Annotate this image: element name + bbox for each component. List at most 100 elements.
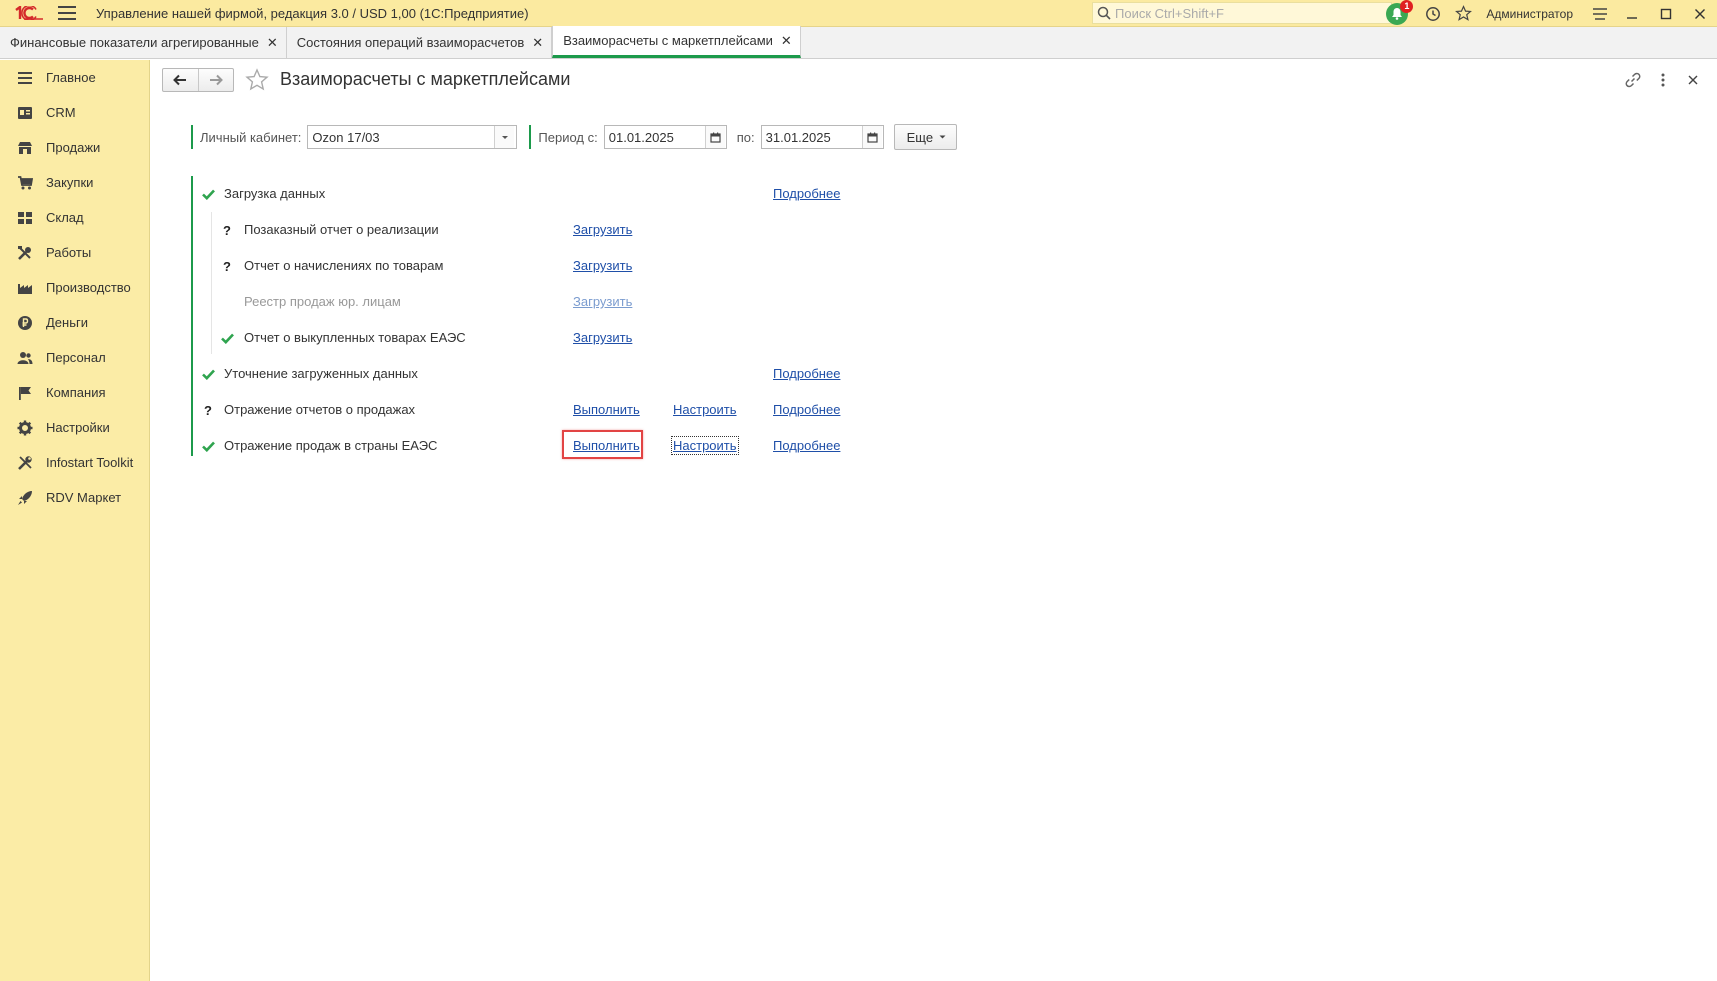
chevron-down-icon xyxy=(501,135,508,139)
back-button[interactable] xyxy=(163,69,198,91)
tools-icon xyxy=(16,244,34,262)
calendar-button[interactable] xyxy=(861,126,882,148)
sidebar-item-main[interactable]: Главное xyxy=(0,60,149,95)
calendar-button[interactable] xyxy=(704,126,725,148)
1c-logo[interactable] xyxy=(12,0,46,27)
rocket-icon xyxy=(16,489,34,507)
account-select[interactable] xyxy=(307,125,518,149)
step-row-accruals-report: ? Отчет о начислениях по товарам Загрузи… xyxy=(191,248,911,284)
more-actions-icon[interactable] xyxy=(1651,70,1675,90)
question-icon: ? xyxy=(223,222,231,238)
arrow-right-icon xyxy=(209,74,223,86)
tab-financial-indicators[interactable]: Финансовые показатели агрегированные ✕ xyxy=(0,27,287,58)
sidebar-item-purchases[interactable]: Закупки xyxy=(0,165,149,200)
close-tab-icon[interactable]: ✕ xyxy=(532,35,543,51)
chevron-down-icon xyxy=(939,135,946,139)
sidebar-item-settings[interactable]: Настройки xyxy=(0,410,149,445)
app-title: Управление нашей фирмой, редакция 3.0 / … xyxy=(96,5,529,21)
ruble-coin-icon xyxy=(16,314,34,332)
1c-logo-icon xyxy=(15,6,43,20)
sidebar-item-label: CRM xyxy=(46,105,76,120)
step-row-order-report: ? Позаказный отчет о реализации Загрузит… xyxy=(191,212,911,248)
setup-link[interactable]: Настроить xyxy=(671,436,739,455)
sidebar-item-staff[interactable]: Персонал xyxy=(0,340,149,375)
group-marker xyxy=(191,125,193,149)
question-icon: ? xyxy=(204,402,212,418)
period-to-input[interactable] xyxy=(761,126,862,148)
tab-settlement-states[interactable]: Состояния операций взаиморасчетов ✕ xyxy=(286,27,553,58)
sidebar-item-sales[interactable]: Продажи xyxy=(0,130,149,165)
tab-label: Финансовые показатели агрегированные xyxy=(10,35,259,50)
more-button[interactable]: Еще xyxy=(893,124,958,150)
period-from-field[interactable] xyxy=(603,125,727,149)
account-label: Личный кабинет: xyxy=(200,129,302,145)
favorites-star-icon[interactable] xyxy=(1448,0,1478,27)
sidebar-item-rdv-market[interactable]: RDV Маркет xyxy=(0,480,149,515)
notification-count-badge: 1 xyxy=(1400,0,1414,13)
sidebar-item-works[interactable]: Работы xyxy=(0,235,149,270)
group-marker xyxy=(529,125,532,149)
details-link[interactable]: Подробнее xyxy=(773,438,840,453)
close-form-icon[interactable] xyxy=(1681,70,1705,90)
load-link[interactable]: Загрузить xyxy=(573,222,632,237)
sections-sidebar: Главное CRM Продажи Закупки Склад Работы… xyxy=(0,60,150,981)
tab-label: Состояния операций взаиморасчетов xyxy=(296,35,525,50)
sidebar-item-infostart-toolkit[interactable]: Infostart Toolkit xyxy=(0,445,149,480)
notifications-button[interactable]: 1 xyxy=(1384,0,1414,26)
sidebar-item-label: Компания xyxy=(46,385,106,400)
close-tab-icon[interactable]: ✕ xyxy=(267,35,278,51)
settings-menu-icon[interactable] xyxy=(1585,0,1615,27)
maximize-icon[interactable] xyxy=(1649,0,1683,27)
period-to-field[interactable] xyxy=(760,125,884,149)
main-menu-icon[interactable] xyxy=(58,6,76,20)
search-input[interactable] xyxy=(1115,5,1375,21)
sidebar-item-production[interactable]: Производство xyxy=(0,270,149,305)
account-input[interactable] xyxy=(308,126,495,148)
global-search[interactable] xyxy=(1092,2,1392,24)
sidebar-item-label: Продажи xyxy=(46,140,101,155)
link-icon[interactable] xyxy=(1621,70,1645,90)
minimize-icon[interactable] xyxy=(1615,0,1649,27)
check-icon xyxy=(201,186,215,202)
close-window-icon[interactable] xyxy=(1683,0,1717,27)
history-icon[interactable] xyxy=(1418,0,1448,27)
sidebar-item-company[interactable]: Компания xyxy=(0,375,149,410)
check-icon xyxy=(201,366,215,382)
sidebar-item-warehouse[interactable]: Склад xyxy=(0,200,149,235)
close-tab-icon[interactable]: ✕ xyxy=(781,33,792,49)
step-label: Отчет о начислениях по товарам xyxy=(244,258,444,273)
menu-lines-icon xyxy=(16,69,34,87)
history-nav xyxy=(162,68,234,92)
step-row-eaeu-sales: Отражение продаж в страны ЕАЭС Выполнить… xyxy=(191,428,911,464)
load-link[interactable]: Загрузить xyxy=(573,258,632,273)
filter-row: Личный кабинет: Период с: по: Еще xyxy=(191,124,958,150)
question-icon: ? xyxy=(223,258,231,274)
period-from-input[interactable] xyxy=(604,126,705,148)
tab-label: Взаиморасчеты с маркетплейсами xyxy=(563,33,773,48)
page-title: Взаиморасчеты с маркетплейсами xyxy=(280,69,571,89)
step-label: Уточнение загруженных данных xyxy=(224,366,418,381)
tab-marketplace-settlements[interactable]: Взаиморасчеты с маркетплейсами ✕ xyxy=(552,26,801,58)
search-icon xyxy=(1093,3,1115,23)
dropdown-button[interactable] xyxy=(494,126,515,148)
more-button-label: Еще xyxy=(906,129,934,145)
open-tabs-bar: Финансовые показатели агрегированные ✕ С… xyxy=(0,26,1717,59)
sidebar-item-money[interactable]: Деньги xyxy=(0,305,149,340)
sidebar-item-crm[interactable]: CRM xyxy=(0,95,149,130)
execute-link[interactable]: Выполнить xyxy=(573,402,640,417)
details-link[interactable]: Подробнее xyxy=(773,366,840,381)
sidebar-item-label: RDV Маркет xyxy=(46,490,122,505)
load-link[interactable]: Загрузить xyxy=(573,330,632,345)
sidebar-item-label: Закупки xyxy=(46,175,94,190)
load-link[interactable]: Загрузить xyxy=(573,294,632,309)
current-user[interactable]: Администратор xyxy=(1486,7,1573,21)
add-to-favorites-star-icon[interactable] xyxy=(245,68,269,92)
details-link[interactable]: Подробнее xyxy=(773,186,840,201)
check-icon xyxy=(201,438,215,454)
period-to-label: по: xyxy=(736,129,755,145)
forward-button[interactable] xyxy=(197,69,234,91)
setup-link[interactable]: Настроить xyxy=(673,402,737,417)
step-row-eaeu-goods-report: Отчет о выкупленных товарах ЕАЭС Загрузи… xyxy=(191,320,911,356)
sidebar-item-label: Настройки xyxy=(46,420,110,435)
details-link[interactable]: Подробнее xyxy=(773,402,840,417)
